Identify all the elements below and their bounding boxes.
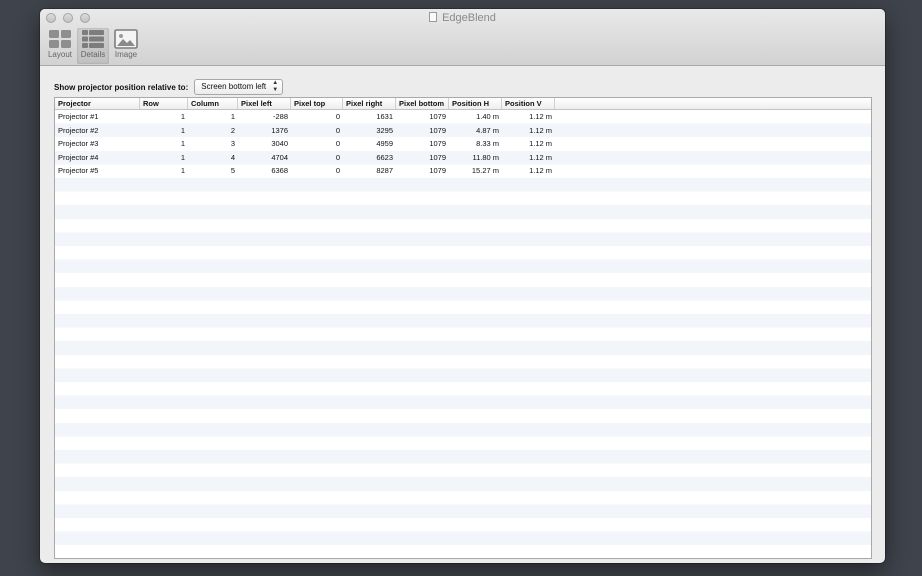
cell-pixel-left: 3040	[271, 139, 288, 149]
cell-pixel-right: 6623	[376, 152, 393, 162]
cell-position-h: 15.27 m	[471, 166, 499, 176]
table-row[interactable]: Projector #5 1 5 6368 0 8287 1079 15.27 …	[55, 164, 871, 178]
toolbar-layout-label: Layout	[47, 50, 73, 59]
cell-pixel-left: 1376	[271, 125, 288, 135]
cell-column: 2	[230, 125, 235, 135]
cell-pixel-bottom: 1079	[429, 125, 446, 135]
cell-pixel-top: 0	[335, 166, 340, 176]
cell-pixel-right: 3295	[376, 125, 393, 135]
cell-row: 1	[180, 139, 185, 149]
column-header-column[interactable]: Column	[188, 98, 238, 109]
details-list-icon	[82, 30, 104, 48]
cell-position-v: 1.12 m	[529, 166, 552, 176]
cell-position-v: 1.12 m	[529, 112, 552, 121]
relative-position-value: Screen bottom left	[201, 82, 267, 91]
edgeblend-window: EdgeBlend Layout Details Image Show proj…	[40, 9, 885, 563]
table-row[interactable]: Projector #1 1 1 -288 0 1631 1079 1.40 m…	[55, 110, 871, 124]
projector-table: Projector Row Column Pixel left Pixel to…	[54, 97, 872, 559]
cell-pixel-top: 0	[335, 125, 340, 135]
toolbar-image-button[interactable]: Image	[110, 28, 142, 64]
cell-pixel-bottom: 1079	[429, 112, 446, 121]
column-header-pixel-top[interactable]: Pixel top	[291, 98, 343, 109]
cell-column: 5	[230, 166, 235, 176]
cell-pixel-top: 0	[335, 152, 340, 162]
window-title-text: EdgeBlend	[442, 12, 496, 24]
cell-projector: Projector #1	[58, 112, 99, 121]
cell-pixel-top: 0	[335, 139, 340, 149]
cell-row: 1	[180, 166, 185, 176]
cell-position-h: 1.40 m	[476, 112, 499, 121]
toolbar-details-label: Details	[80, 50, 106, 59]
relative-position-select[interactable]: Screen bottom left ▲ ▼	[194, 79, 284, 95]
cell-projector: Projector #3	[58, 139, 99, 149]
column-header-pixel-left[interactable]: Pixel left	[238, 98, 291, 109]
column-header-position-v[interactable]: Position V	[502, 98, 555, 109]
relative-position-row: Show projector position relative to: Scr…	[54, 79, 284, 95]
cell-pixel-left: 4704	[271, 152, 288, 162]
cell-column: 4	[230, 152, 235, 162]
cell-row: 1	[180, 152, 185, 162]
layout-grid-icon	[49, 30, 71, 48]
table-row[interactable]: Projector #3 1 3 3040 0 4959 1079 8.33 m…	[55, 137, 871, 151]
title-bar: EdgeBlend Layout Details Image	[40, 9, 885, 66]
cell-pixel-left: -288	[272, 112, 288, 121]
relative-position-label: Show projector position relative to:	[54, 82, 189, 92]
cell-position-v: 1.12 m	[529, 125, 552, 135]
toolbar-layout-button[interactable]: Layout	[44, 28, 76, 64]
table-row[interactable]: Projector #2 1 2 1376 0 3295 1079 4.87 m…	[55, 124, 871, 138]
cell-pixel-top: 0	[335, 112, 340, 121]
details-panel: Show projector position relative to: Scr…	[40, 66, 885, 563]
cell-projector: Projector #5	[58, 166, 99, 176]
table-header: Projector Row Column Pixel left Pixel to…	[55, 98, 871, 110]
cell-position-h: 11.80 m	[472, 152, 499, 162]
cell-position-h: 8.33 m	[476, 139, 499, 149]
select-arrows-icon: ▲ ▼	[272, 80, 279, 93]
cell-pixel-bottom: 1079	[429, 139, 446, 149]
table-row[interactable]: Projector #4 1 4 4704 0 6623 1079 11.80 …	[55, 151, 871, 165]
cell-pixel-right: 4959	[376, 139, 393, 149]
cell-pixel-left: 6368	[271, 166, 288, 176]
cell-pixel-bottom: 1079	[429, 166, 446, 176]
cell-projector: Projector #4	[58, 152, 99, 162]
table-body: Projector #1 1 1 -288 0 1631 1079 1.40 m…	[55, 110, 871, 558]
cell-position-v: 1.12 m	[529, 139, 552, 149]
window-title: EdgeBlend	[40, 11, 885, 25]
cell-position-v: 1.12 m	[529, 152, 552, 162]
toolbar: Layout Details Image	[44, 28, 143, 64]
document-icon	[429, 12, 438, 22]
column-header-projector[interactable]: Projector	[55, 98, 140, 109]
cell-pixel-right: 1631	[376, 112, 393, 121]
toolbar-details-button[interactable]: Details	[77, 28, 109, 64]
cell-position-h: 4.87 m	[476, 125, 499, 135]
cell-column: 3	[230, 139, 235, 149]
column-header-position-h[interactable]: Position H	[449, 98, 502, 109]
cell-column: 1	[230, 112, 235, 121]
cell-projector: Projector #2	[58, 125, 99, 135]
cell-row: 1	[180, 112, 185, 121]
column-header-row[interactable]: Row	[140, 98, 188, 109]
cell-pixel-right: 8287	[376, 166, 393, 176]
column-header-pixel-bottom[interactable]: Pixel bottom	[396, 98, 449, 109]
toolbar-image-label: Image	[114, 50, 138, 59]
column-header-pixel-right[interactable]: Pixel right	[343, 98, 396, 109]
image-icon	[114, 29, 138, 49]
cell-pixel-bottom: 1079	[429, 152, 446, 162]
cell-row: 1	[180, 125, 185, 135]
